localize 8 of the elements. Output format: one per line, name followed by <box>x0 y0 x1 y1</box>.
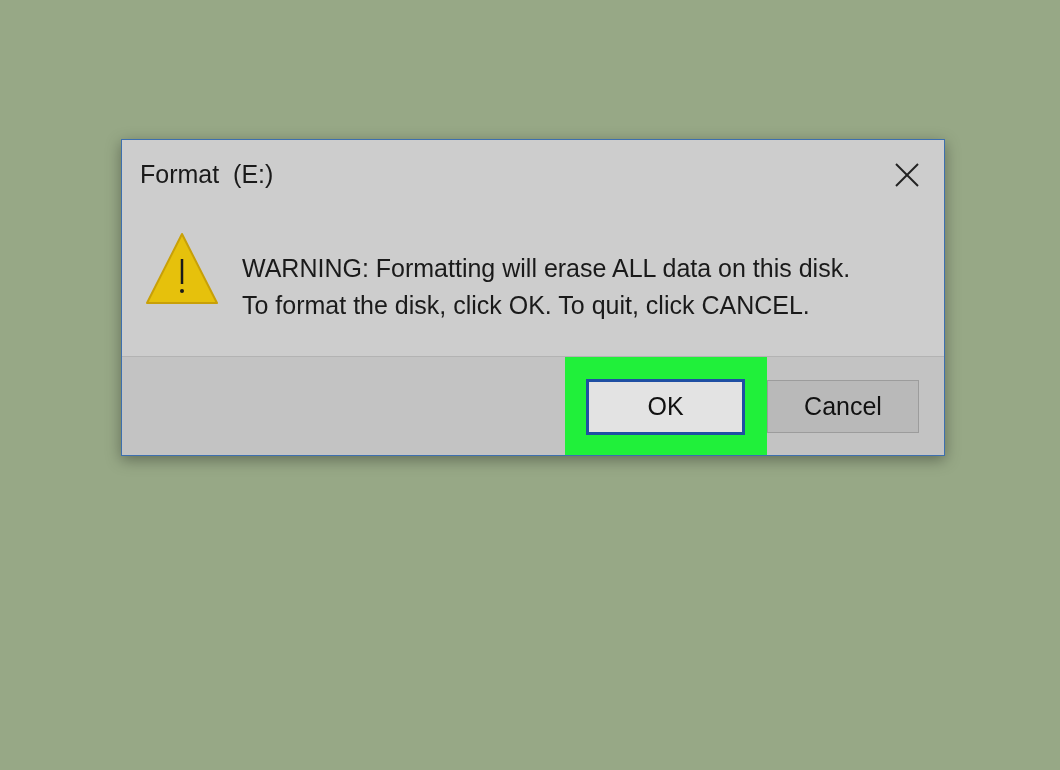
message-text: To format the disk, click OK. To quit, click CANCEL. <box>242 290 811 321</box>
close-button[interactable] <box>894 162 920 188</box>
warning-icon <box>145 232 219 305</box>
message-text: WARNING: Formatting will erase ALL data on this disk. <box>242 253 851 284</box>
window-title: Format (E:) <box>140 159 274 191</box>
ok-button[interactable]: OK <box>586 379 745 435</box>
cancel-button[interactable]: Cancel <box>767 380 919 433</box>
close-icon <box>895 163 919 187</box>
